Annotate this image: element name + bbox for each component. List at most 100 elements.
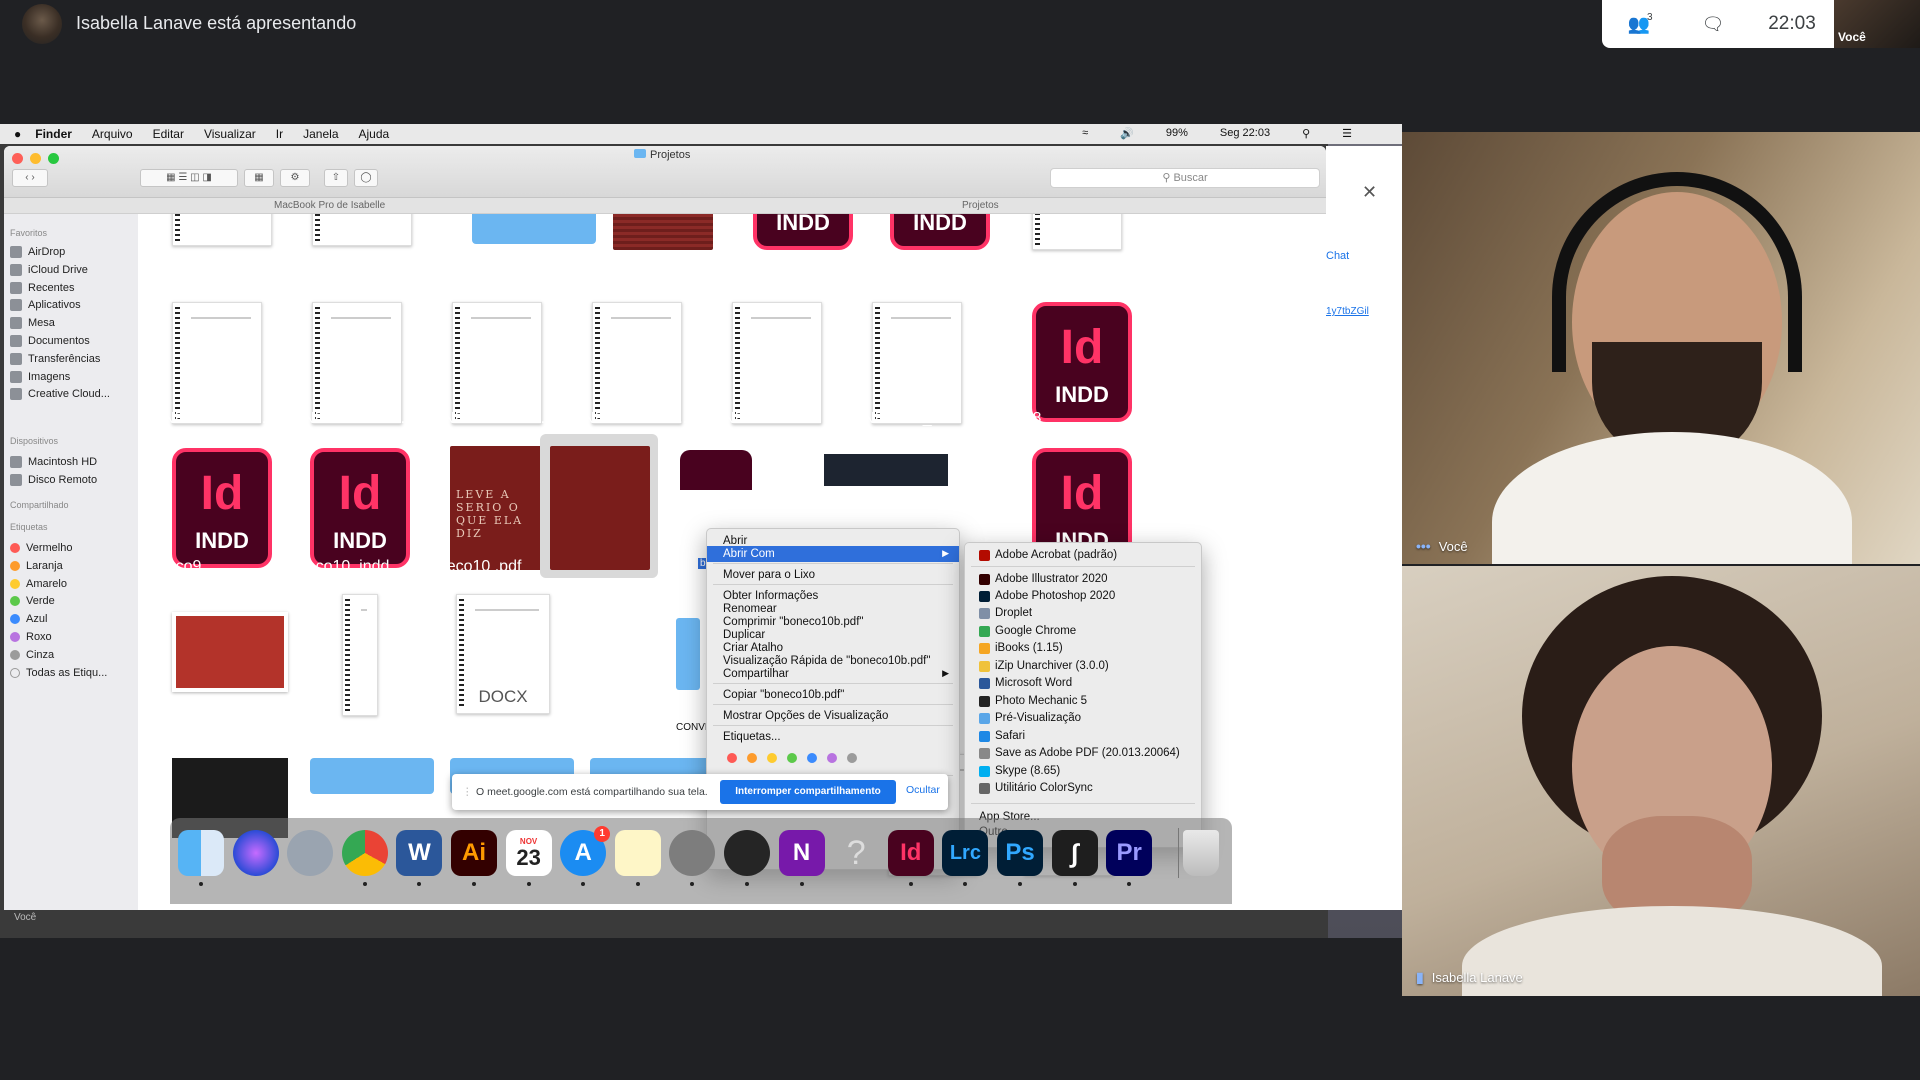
drag-handle-icon[interactable]: ⋮: [462, 786, 473, 798]
sidebar-item-tag[interactable]: Roxo: [10, 631, 52, 643]
open-with-item[interactable]: Adobe Acrobat (padrão): [965, 547, 1201, 564]
self-view-thumbnail[interactable]: Você: [1834, 0, 1920, 48]
indesign-icon[interactable]: Id: [887, 830, 934, 876]
wifi-icon[interactable]: ≈: [1082, 127, 1088, 140]
sidebar-item-tag[interactable]: Vermelho: [10, 542, 72, 554]
back-forward-button[interactable]: ‹ ›: [12, 169, 48, 187]
open-with-item[interactable]: Save as Adobe PDF (20.013.20064): [965, 745, 1201, 762]
sidebar-item[interactable]: Documentos: [10, 335, 90, 347]
path-tab-left[interactable]: MacBook Pro de Isabelle: [274, 200, 385, 211]
open-with-item[interactable]: iBooks (1.15): [965, 640, 1201, 657]
sidebar-item[interactable]: Aplicativos: [10, 299, 81, 312]
video-tile-isabella[interactable]: ▮ Isabella Lanave: [1402, 566, 1920, 996]
tag-color-button[interactable]: [747, 753, 757, 763]
stop-sharing-button[interactable]: Interromper compartilhamento: [720, 780, 896, 804]
sidebar-item-tag[interactable]: Cinza: [10, 649, 54, 661]
onenote-icon[interactable]: N: [778, 830, 825, 876]
tag-color-button[interactable]: [807, 753, 817, 763]
open-with-item[interactable]: Adobe Photoshop 2020: [965, 588, 1201, 605]
open-with-item[interactable]: Pré-Visualização: [965, 710, 1201, 727]
app-store-icon[interactable]: A1: [560, 826, 611, 876]
sidebar-item-tag[interactable]: Verde: [10, 595, 55, 607]
help-icon[interactable]: ?: [833, 830, 879, 876]
view-mode-buttons[interactable]: ▦ ☰ ◫ ◨: [140, 169, 238, 187]
chrome-icon[interactable]: [341, 830, 388, 876]
sidebar-item-device[interactable]: Macintosh HD: [10, 456, 97, 468]
sidebar-item-tag[interactable]: Azul: [10, 613, 47, 625]
sidebar-item[interactable]: iCloud Drive: [10, 263, 88, 276]
finder-icon[interactable]: [178, 830, 224, 876]
open-with-item[interactable]: Microsoft Word: [965, 675, 1201, 692]
sidebar-item[interactable]: Recentes: [10, 281, 74, 294]
sidebar-item[interactable]: Transferências: [10, 352, 100, 365]
sidebar-item-device[interactable]: Disco Remoto: [10, 474, 97, 486]
menu-finder[interactable]: Finder: [35, 127, 72, 141]
tag-color-button[interactable]: [787, 753, 797, 763]
notes-icon[interactable]: [614, 830, 661, 876]
open-with-item[interactable]: Adobe Illustrator 2020: [965, 571, 1201, 588]
participants-button[interactable]: 👥 3: [1602, 0, 1676, 48]
siri-icon[interactable]: [232, 830, 279, 876]
davinci-resolve-icon[interactable]: [724, 830, 770, 876]
photoshop-icon[interactable]: Ps: [997, 830, 1043, 876]
premiere-icon[interactable]: Pr: [1106, 830, 1153, 876]
launchpad-icon[interactable]: [287, 830, 334, 876]
tag-color-button[interactable]: [847, 753, 857, 763]
chat-button[interactable]: 🗨: [1676, 0, 1750, 48]
trash-icon[interactable]: [1182, 830, 1219, 876]
context-menu-item[interactable]: Copiar "boneco10b.pdf": [707, 687, 959, 703]
sidebar-item[interactable]: Mesa: [10, 317, 55, 330]
video-tile-self[interactable]: ••• Você: [1402, 132, 1920, 564]
menu-ir[interactable]: Ir: [276, 127, 283, 141]
menu-visualizar[interactable]: Visualizar: [204, 127, 256, 141]
context-menu-item[interactable]: Mostrar Opções de Visualização: [707, 708, 959, 724]
search-field[interactable]: ⚲ Buscar: [1050, 168, 1320, 188]
menu-ajuda[interactable]: Ajuda: [359, 127, 390, 141]
hide-notification-button[interactable]: Ocultar: [906, 784, 940, 796]
spotlight-icon[interactable]: ⚲: [1302, 127, 1310, 140]
system-preferences-icon[interactable]: [669, 830, 716, 876]
notification-center-icon[interactable]: ☰: [1342, 127, 1352, 140]
open-with-item[interactable]: Utilitário ColorSync: [965, 780, 1201, 797]
context-menu-item[interactable]: Compartilhar: [707, 666, 959, 682]
sidebar-item[interactable]: Creative Cloud...: [10, 388, 110, 401]
tag-color-button[interactable]: [727, 753, 737, 763]
open-with-item[interactable]: Skype (8.65): [965, 763, 1201, 780]
chat-tab[interactable]: Chat: [1326, 250, 1349, 262]
apple-icon[interactable]: ●: [14, 127, 21, 141]
sidebar-item-tag[interactable]: Amarelo: [10, 578, 67, 590]
menu-editar[interactable]: Editar: [153, 127, 184, 141]
word-icon[interactable]: W: [396, 830, 443, 876]
acrobat-icon[interactable]: ∫: [1051, 830, 1098, 876]
calendar-icon[interactable]: NOV 23: [505, 830, 552, 876]
sidebar-item-tag[interactable]: Todas as Etiqu...: [10, 667, 107, 679]
zoom-window-button[interactable]: [48, 153, 59, 164]
close-panel-icon[interactable]: ✕: [1362, 182, 1377, 203]
open-with-item[interactable]: Photo Mechanic 5: [965, 693, 1201, 710]
open-with-item[interactable]: iZip Unarchiver (3.0.0): [965, 658, 1201, 675]
path-tab-right[interactable]: Projetos: [962, 200, 999, 211]
menu-bar-datetime[interactable]: Seg 22:03: [1220, 127, 1270, 140]
lightroom-classic-icon[interactable]: Lrc: [942, 830, 989, 876]
tag-button[interactable]: ◯: [354, 169, 378, 187]
close-window-button[interactable]: [12, 153, 23, 164]
chat-link[interactable]: 1y7tbZGil: [1326, 306, 1369, 317]
sidebar-item-tag[interactable]: Laranja: [10, 560, 63, 572]
context-menu-item[interactable]: Etiquetas...: [707, 729, 959, 745]
volume-icon[interactable]: 🔊: [1120, 127, 1134, 140]
tag-color-button[interactable]: [767, 753, 777, 763]
group-button[interactable]: ▦: [244, 169, 274, 187]
open-with-item[interactable]: Google Chrome: [965, 623, 1201, 640]
battery-level[interactable]: 99%: [1166, 127, 1188, 140]
open-with-item[interactable]: Safari: [965, 728, 1201, 745]
sidebar-item[interactable]: AirDrop: [10, 246, 65, 258]
open-with-item[interactable]: Droplet: [965, 605, 1201, 622]
tag-color-button[interactable]: [827, 753, 837, 763]
action-gear-button[interactable]: ⚙: [280, 169, 310, 187]
sidebar-item[interactable]: Imagens: [10, 370, 70, 383]
context-menu-item[interactable]: Mover para o Lixo: [707, 567, 959, 583]
minimize-window-button[interactable]: [30, 153, 41, 164]
share-button[interactable]: ⇧: [324, 169, 348, 187]
context-menu-item[interactable]: Abrir Com: [707, 546, 959, 562]
illustrator-icon[interactable]: Ai: [451, 830, 497, 876]
